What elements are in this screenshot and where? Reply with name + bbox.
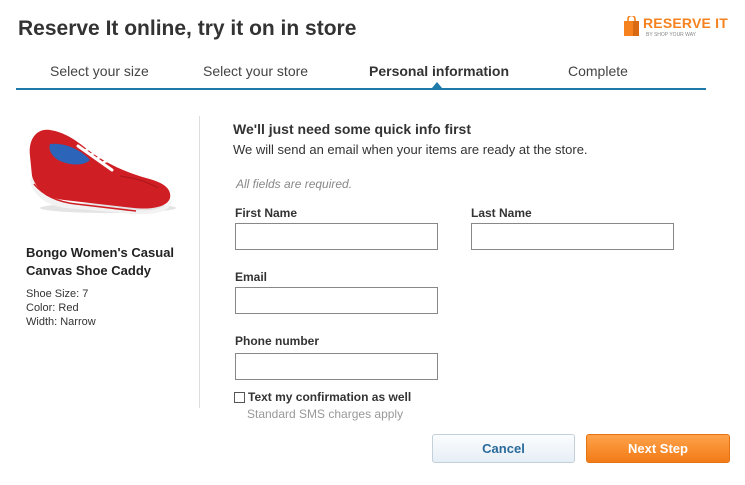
column-divider	[199, 116, 200, 408]
product-image	[29, 129, 176, 215]
email-field[interactable]	[235, 287, 438, 314]
sms-charges-note: Standard SMS charges apply	[247, 407, 404, 421]
cancel-button[interactable]: Cancel	[432, 434, 575, 463]
reserve-it-logo[interactable]: RESERVE IT BY SHOP YOUR WAY	[624, 15, 736, 41]
step-personal-information: Personal information	[369, 63, 510, 79]
progress-steps: Select your size Select your store Perso…	[16, 60, 706, 90]
step-select-size: Select your size	[50, 63, 149, 79]
product-shoe-size: Shoe Size: 7	[26, 288, 89, 300]
phone-number-label: Phone number	[235, 334, 320, 348]
sms-confirmation-checkbox[interactable]	[234, 392, 245, 403]
product-name: Bongo Women's Casual Canvas Shoe Caddy	[26, 245, 175, 278]
last-name-label: Last Name	[471, 206, 532, 220]
step-complete: Complete	[568, 63, 628, 79]
form-subheading: We will send an email when your items ar…	[233, 142, 588, 157]
product-width: Width: Narrow	[26, 316, 96, 328]
email-label: Email	[235, 270, 268, 284]
phone-number-field[interactable]	[235, 353, 438, 380]
last-name-field[interactable]	[471, 223, 674, 250]
sms-confirmation-label[interactable]: Text my confirmation as well	[248, 390, 411, 404]
first-name-label: First Name	[235, 206, 298, 220]
required-fields-note: All fields are required.	[236, 177, 353, 191]
shopping-bag-icon	[624, 16, 639, 36]
page-title: Reserve It online, try it on in store	[18, 17, 357, 40]
product-color: Color: Red	[26, 302, 79, 314]
active-step-pointer	[432, 82, 442, 88]
first-name-field[interactable]	[235, 223, 438, 250]
logo-subtext: BY SHOP YOUR WAY	[646, 32, 697, 38]
logo-text: RESERVE IT	[643, 15, 728, 31]
form-heading: We'll just need some quick info first	[233, 121, 471, 137]
step-select-store: Select your store	[203, 63, 309, 79]
next-step-button[interactable]: Next Step	[586, 434, 730, 463]
